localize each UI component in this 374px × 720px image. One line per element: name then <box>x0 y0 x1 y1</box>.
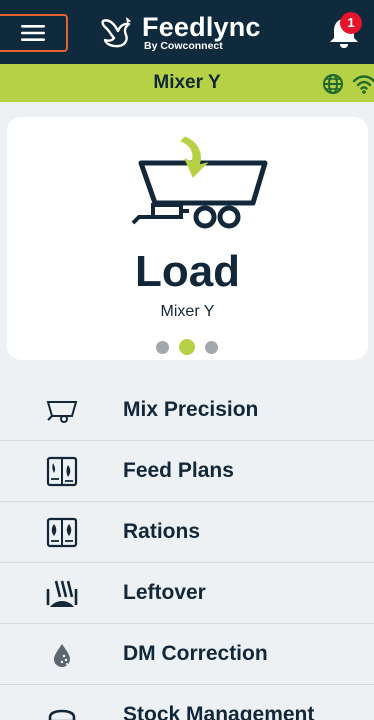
carousel-dot-active[interactable] <box>179 339 195 355</box>
menu-item-rations[interactable]: Rations <box>0 502 374 563</box>
leftover-icon <box>46 580 78 607</box>
feed-plan-book-icon <box>46 456 78 487</box>
card-title: Load <box>134 247 241 296</box>
menu-item-feed-plans[interactable]: Feed Plans <box>0 441 374 502</box>
menu-item-mix-precision[interactable]: Mix Precision <box>0 380 374 441</box>
carousel-dot[interactable] <box>156 340 169 354</box>
menu-item-label: Rations <box>123 520 201 543</box>
app-header: Feedlync By Cowconnect 1 <box>0 0 374 64</box>
hamburger-icon <box>21 25 45 41</box>
device-name: Mixer Y <box>153 72 221 93</box>
ration-book-icon <box>46 517 78 548</box>
menu-item-label: DM Correction <box>123 642 268 665</box>
globe-icon <box>323 74 343 94</box>
menu-item-label: Stock Management <box>123 703 315 720</box>
menu-item-leftover[interactable]: Leftover <box>0 563 374 624</box>
stock-icon <box>48 709 76 720</box>
brand-logo: Feedlync By Cowconnect <box>98 10 261 56</box>
device-bar: Mixer Y <box>0 64 374 102</box>
menu-item-label: Mix Precision <box>123 398 259 421</box>
brand-name: Feedlync <box>142 12 261 42</box>
menu-item-dm-correction[interactable]: DM Correction <box>0 624 374 685</box>
notification-badge: 1 <box>340 12 362 34</box>
carousel-dot[interactable] <box>205 340 218 354</box>
load-carousel-card[interactable]: Load Mixer Y <box>7 117 368 360</box>
menu-item-label: Leftover <box>123 581 206 604</box>
card-subtitle: Mixer Y <box>160 303 215 320</box>
mixer-wagon-icon <box>46 401 78 423</box>
hamburger-menu-button[interactable] <box>0 14 68 52</box>
wifi-icon <box>352 75 374 94</box>
mixer-load-icon <box>131 136 268 229</box>
menu-item-stock-management[interactable]: Stock Management <box>0 685 374 720</box>
main-menu-list: Mix Precision Feed Plans Rations Leftove… <box>0 380 374 720</box>
carousel-pagination <box>156 339 220 355</box>
menu-item-label: Feed Plans <box>123 459 234 482</box>
water-drop-icon <box>54 644 70 667</box>
cow-logo-icon <box>101 17 131 48</box>
